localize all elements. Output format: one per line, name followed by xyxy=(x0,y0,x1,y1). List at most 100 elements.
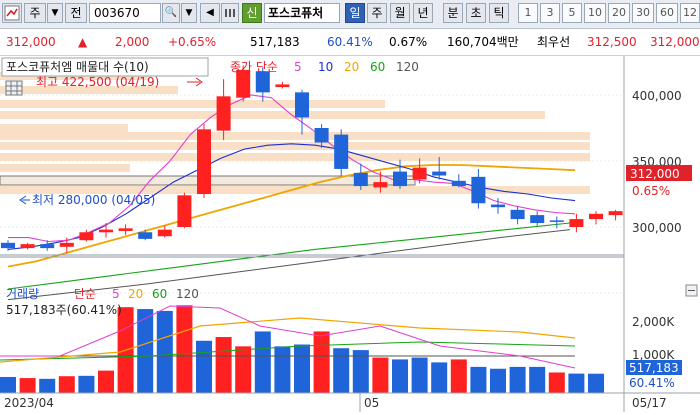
up-arrow-icon: ▲ xyxy=(78,35,88,49)
volume-bar xyxy=(19,378,36,393)
best-ask-label: 최우선 xyxy=(537,35,571,49)
volume-bar xyxy=(39,378,56,393)
volume-bar xyxy=(235,346,252,393)
candle-body xyxy=(59,242,74,247)
candle-body xyxy=(197,129,211,194)
candle-body xyxy=(314,128,329,143)
high-annotation: 최고 422,500 (04/19) xyxy=(36,75,159,89)
volume-ratio: 60.41% xyxy=(327,35,373,49)
low-annotation: 최저 280,000 (04/05) xyxy=(32,193,155,207)
candle-body xyxy=(589,213,603,220)
interval-60[interactable]: 60 xyxy=(656,3,678,23)
volume-bar xyxy=(470,366,487,393)
candle-body xyxy=(236,69,251,98)
volume-bar xyxy=(176,305,193,393)
price-change: 2,000 xyxy=(115,35,150,49)
volume-bar xyxy=(490,368,506,393)
volume-bar xyxy=(431,362,448,393)
volume-bar xyxy=(78,375,95,393)
candle-body xyxy=(40,244,55,249)
interval-120[interactable]: 12 xyxy=(680,3,700,23)
candle-body xyxy=(432,171,447,176)
candle-body xyxy=(549,220,564,222)
candle-body xyxy=(393,171,407,187)
trade-amount: 160,704백만 xyxy=(447,35,519,49)
prev-button[interactable]: 전 xyxy=(65,3,87,23)
volume-profile-bar xyxy=(0,164,130,172)
vol-y-tick-2000k: 2,000K xyxy=(632,315,675,329)
interval-30[interactable]: 30 xyxy=(632,3,654,23)
volume-bar xyxy=(313,331,330,393)
candle-body xyxy=(138,232,153,239)
volume-bar xyxy=(294,344,310,393)
volume-bar xyxy=(548,372,565,393)
volume-bar xyxy=(392,359,408,393)
candle-body xyxy=(99,229,113,233)
period-minute-tab[interactable]: 분 xyxy=(443,3,463,23)
volume-bar xyxy=(450,359,467,393)
chart-settings-button[interactable] xyxy=(2,3,22,23)
bars-icon xyxy=(225,9,235,17)
vol-ma60-label: 60 xyxy=(152,287,167,301)
interval-3[interactable]: 3 xyxy=(540,3,560,23)
volume-bar xyxy=(372,357,389,393)
volume-bar xyxy=(254,331,271,393)
chevron-down-icon[interactable]: ▼ xyxy=(47,3,63,23)
stock-menu-dropdown[interactable]: ▼ xyxy=(181,3,197,23)
table-icon[interactable] xyxy=(5,80,23,96)
ma60-label: 60 xyxy=(370,60,385,74)
best-ask-price: 312,500 xyxy=(587,35,637,49)
current-price-tag-text: 312,000 xyxy=(630,167,680,181)
period-year-tab[interactable]: 년 xyxy=(413,3,433,23)
candle-body xyxy=(608,211,623,216)
candle-body xyxy=(118,228,133,231)
trade-volume: 517,183 xyxy=(250,35,300,49)
volume-bar xyxy=(529,366,546,393)
best-bid-price: 312,000 xyxy=(650,35,700,49)
quote-bar: 312,000 ▲ 2,000 +0.65% 517,183 60.41% 0.… xyxy=(0,29,700,56)
period-second-tab[interactable]: 초 xyxy=(466,3,486,23)
volume-profile-bar xyxy=(0,111,545,119)
current-volume-pct: 60.41% xyxy=(629,376,675,390)
current-volume-tag-text: 517,183 xyxy=(629,361,679,375)
volume-profile-bar xyxy=(0,153,590,161)
interval-10[interactable]: 10 xyxy=(584,3,606,23)
x-label-05: 05 xyxy=(364,396,379,410)
interval-20[interactable]: 20 xyxy=(608,3,630,23)
candle-body xyxy=(177,195,192,227)
ma10-label: 10 xyxy=(318,60,333,74)
interval-1[interactable]: 1 xyxy=(518,3,538,23)
expand-icon[interactable] xyxy=(685,284,698,297)
options-icon[interactable] xyxy=(221,3,239,23)
volume-bar xyxy=(58,376,75,393)
credit-badge: 신 xyxy=(242,3,262,23)
speaker-icon[interactable]: ◀ xyxy=(200,3,220,23)
candle-body xyxy=(157,229,172,237)
volume-bar xyxy=(568,373,585,393)
volume-bar xyxy=(0,376,16,393)
candle-body xyxy=(255,71,270,93)
candle-body xyxy=(216,96,231,131)
period-month-tab[interactable]: 월 xyxy=(390,3,410,23)
candle-body xyxy=(569,219,584,227)
period-day-tab[interactable]: 일 xyxy=(345,3,365,23)
search-icon[interactable]: 🔍 xyxy=(162,3,180,23)
candle-body xyxy=(275,84,290,88)
volume-bar xyxy=(588,373,604,393)
chart-area[interactable]: 포스코퓨처엠 매물대 수(10) 종가 단순 5 10 20 60 120 최고… xyxy=(0,56,700,412)
period-tick-tab[interactable]: 틱 xyxy=(489,3,509,23)
vol-y-tick-1000k: 1,000K xyxy=(632,348,675,362)
interval-5[interactable]: 5 xyxy=(562,3,582,23)
stock-code-input[interactable]: 003670 xyxy=(89,3,161,23)
vol-ma5-label: 5 xyxy=(112,287,120,301)
volume-bar xyxy=(215,337,232,393)
stock-name-field[interactable]: 포스코퓨처 xyxy=(264,3,340,23)
ma20-label: 20 xyxy=(344,60,359,74)
stock-chart[interactable]: 포스코퓨처엠 매물대 수(10) 종가 단순 5 10 20 60 120 최고… xyxy=(0,56,700,412)
candle-body xyxy=(530,215,545,224)
vol-ma120-label: 120 xyxy=(176,287,199,301)
x-label-05-17: 05/17 xyxy=(632,396,667,410)
period-week-tab[interactable]: 주 xyxy=(367,3,387,23)
week-type-select[interactable]: 주 xyxy=(24,3,46,23)
current-price: 312,000 xyxy=(6,35,56,49)
